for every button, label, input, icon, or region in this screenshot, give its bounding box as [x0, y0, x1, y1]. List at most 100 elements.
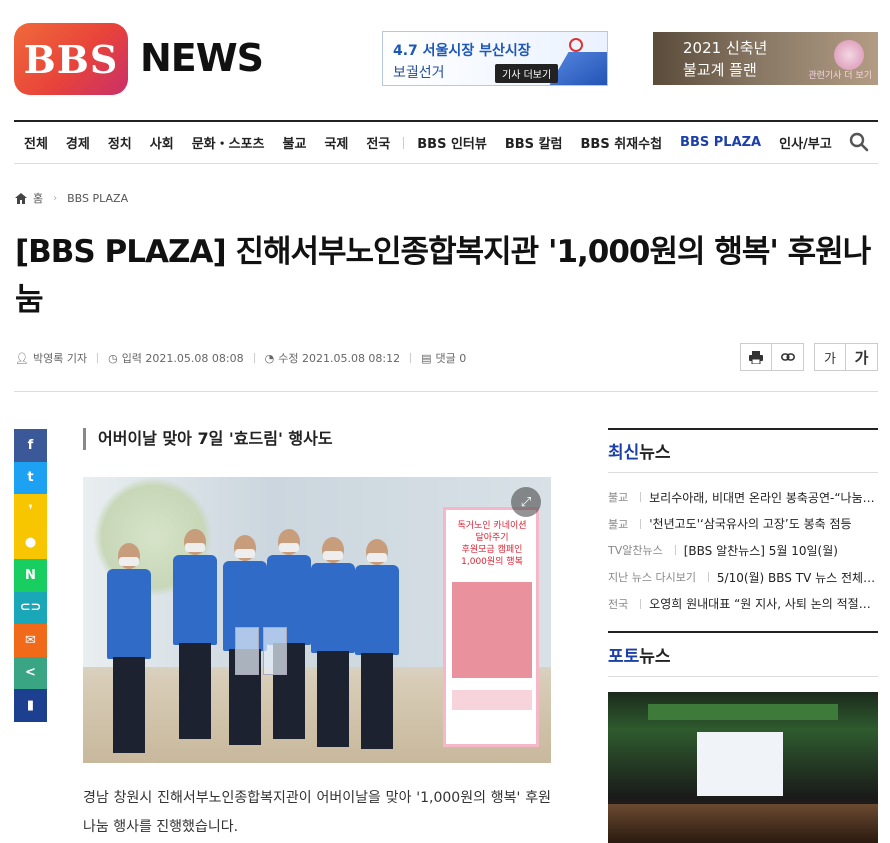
bbs-logo[interactable]: BBS: [14, 23, 128, 95]
nav-item[interactable]: 전국: [357, 133, 399, 152]
standee-line1: 독거노인 카네이션 달아주기: [457, 521, 527, 543]
news-headline[interactable]: '천년고도'‘삼국유사의 고장’도 봉축 점등: [649, 515, 851, 532]
news-divider: [640, 598, 642, 609]
logo-news-text[interactable]: NEWS: [140, 36, 264, 80]
home-icon[interactable]: [15, 192, 27, 204]
stage-banner: [648, 704, 838, 720]
share-bar: f t ❜ ● N ⊂⊃ ✉ < ▮: [14, 429, 47, 722]
latest-news-list: 불교 보리수아래, 비대면 온라인 봉축공연-“나눔과 평화” 불교 '천년고도'‘삼…: [608, 484, 878, 617]
published-date: 입력 2021.05.08 08:08: [121, 352, 244, 365]
expand-icon[interactable]: ⤢: [511, 487, 541, 517]
ad2-more-link[interactable]: 관련기사 더 보기: [808, 68, 872, 81]
article-meta: 👤︎ 박영록 기자 ◷ 입력 2021.05.08 08:08 ◔ 수정 2021.0…: [15, 350, 466, 366]
donation-box: [263, 627, 287, 675]
news-headline[interactable]: 오영희 원내대표 “원 지사, 사퇴 논의 적절치 않아”: [649, 595, 878, 612]
reporter-name[interactable]: 박영록 기자: [33, 350, 87, 366]
copy-link-button[interactable]: [772, 343, 804, 371]
nav-item[interactable]: BBS PLAZA: [671, 135, 770, 150]
modified-date: 수정 2021.05.08 08:12: [278, 352, 401, 365]
nav-item[interactable]: 문화・스포츠: [183, 133, 274, 152]
kakaostory-icon[interactable]: ❜: [14, 494, 47, 527]
election-ad-banner[interactable]: 4.7 서울시장 부산시장 보궐선거 기사 더보기: [382, 31, 608, 86]
news-category: 불교: [608, 491, 629, 505]
news-list-item[interactable]: 불교 '천년고도'‘삼국유사의 고장’도 봉축 점등: [608, 511, 878, 538]
person-icon: 👤︎: [15, 351, 29, 365]
share-icon[interactable]: <: [14, 656, 47, 689]
photo-person: [105, 543, 153, 763]
nav-item[interactable]: 전체: [14, 133, 57, 152]
latest-news-heading-accent: 최신: [608, 443, 640, 463]
nav-item[interactable]: 인사/부고: [770, 133, 841, 152]
news-divider: [674, 545, 676, 556]
latest-news-heading-rest: 뉴스: [639, 443, 671, 463]
article-photo[interactable]: 독거노인 카네이션 달아주기 후원모금 캠페인 1,000원의 행복 ⤢: [83, 477, 551, 763]
article-body: 경남 창원시 진해서부노인종합복지관이 어버이날을 맞아 '1,000원의 행복…: [83, 790, 551, 835]
article-title: [BBS PLAZA] 진해서부노인종합복지관 '1,000원의 행복' 후원나…: [15, 234, 871, 318]
print-button[interactable]: [740, 343, 772, 371]
main-nav: 전체 경제 정치 사회 문화・스포츠 불교 국제 전국 BBS 인터뷰 BBS 칼럼 BBS 취재수…: [14, 122, 878, 164]
article-tools: 가 가: [740, 343, 878, 371]
nav-item[interactable]: 국제: [315, 133, 357, 152]
comment-icon: ▤: [421, 351, 432, 365]
twitter-icon[interactable]: t: [14, 461, 47, 494]
standee-panel: [452, 582, 532, 678]
news-headline[interactable]: [BBS 알찬뉴스] 5월 10일(월): [684, 542, 838, 559]
nav-item[interactable]: 사회: [141, 133, 183, 152]
logo-text: BBS: [23, 36, 119, 82]
campaign-standee: 독거노인 카네이션 달아주기 후원모금 캠페인 1,000원의 행복: [443, 507, 539, 747]
link-icon: [780, 353, 795, 361]
check-circle-icon: ◔: [264, 351, 275, 365]
photo-news-rule: [608, 631, 878, 633]
news-list-item[interactable]: 불교 보리수아래, 비대면 온라인 봉축공연-“나눔과 평화”: [608, 484, 878, 511]
photo-news-image[interactable]: [608, 692, 878, 843]
news-list-item[interactable]: TV알찬뉴스 [BBS 알찬뉴스] 5월 10일(월): [608, 537, 878, 564]
ad2-line1: 2021 신축년: [683, 39, 768, 57]
photo-person: [353, 539, 401, 759]
naver-band-icon[interactable]: N: [14, 559, 47, 592]
news-list-item[interactable]: 지난 뉴스 다시보기 5/10(월) BBS TV 뉴스 전체 영상: [608, 564, 878, 591]
font-decrease-button[interactable]: 가: [814, 343, 846, 371]
nav-item[interactable]: BBS 취재수첩: [572, 133, 672, 152]
photo-news-heading-rest: 뉴스: [639, 647, 671, 667]
ad1-line1: 4.7 서울시장 부산시장: [393, 43, 531, 59]
link-icon[interactable]: ⊂⊃: [14, 591, 47, 624]
ad1-line2: 보궐선거: [393, 65, 445, 81]
news-divider: [640, 518, 642, 529]
comment-count[interactable]: 댓글 0: [436, 350, 467, 366]
nav-item[interactable]: 정치: [99, 133, 141, 152]
email-icon[interactable]: ✉: [14, 624, 47, 657]
nav-item[interactable]: BBS 칼럼: [496, 133, 572, 152]
latest-news-rule: [608, 428, 878, 430]
vote-mark-icon: [569, 38, 583, 52]
print-icon: [749, 350, 763, 364]
facebook-icon[interactable]: f: [14, 429, 47, 462]
kakaotalk-icon[interactable]: ●: [14, 526, 47, 559]
standee-text: 독거노인 카네이션 달아주기 후원모금 캠페인 1,000원의 행복: [452, 520, 532, 568]
stage-screen: [697, 732, 783, 796]
clock-icon: ◷: [108, 351, 118, 365]
chevron-right-icon: ›: [53, 192, 58, 204]
bookmark-icon[interactable]: ▮: [14, 689, 47, 722]
buddhist-plan-ad-banner[interactable]: 2021 신축년 불교계 플랜 관련기사 더 보기: [653, 32, 878, 85]
search-icon[interactable]: [849, 132, 869, 152]
photo-news-heading-accent: 포토: [608, 647, 640, 667]
ad1-more-button[interactable]: 기사 더보기: [495, 64, 559, 83]
breadcrumb-section[interactable]: BBS PLAZA: [67, 192, 128, 205]
standee-footer: [452, 690, 532, 710]
news-category: 지난 뉴스 다시보기: [608, 571, 696, 585]
news-list-item[interactable]: 전국 오영희 원내대표 “원 지사, 사퇴 논의 적절치 않아”: [608, 590, 878, 617]
news-category: 전국: [608, 597, 629, 611]
nav-item[interactable]: 불교: [274, 133, 316, 152]
news-headline[interactable]: 5/10(월) BBS TV 뉴스 전체 영상: [717, 569, 878, 586]
nav-item[interactable]: 경제: [57, 133, 99, 152]
article-subhead: 어버이날 맞아 7일 '효드림' 행사도: [83, 428, 333, 450]
standee-line3: 1,000원의 행복: [461, 557, 523, 567]
ad2-line2: 불교계 플랜: [683, 61, 757, 79]
stage-floor: [608, 804, 878, 843]
nav-separator: [403, 136, 405, 149]
nav-item[interactable]: BBS 인터뷰: [408, 133, 496, 152]
news-category: TV알찬뉴스: [608, 544, 663, 558]
font-increase-button[interactable]: 가: [846, 343, 878, 371]
breadcrumb-home[interactable]: 홈: [33, 190, 43, 206]
news-headline[interactable]: 보리수아래, 비대면 온라인 봉축공연-“나눔과 평화”: [649, 489, 878, 506]
